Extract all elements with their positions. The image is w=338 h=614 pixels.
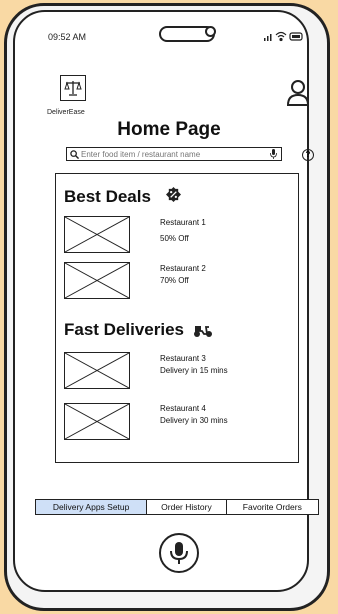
tab-delivery-apps-setup[interactable]: Delivery Apps Setup — [36, 500, 148, 514]
section-title-fast-deliveries: Fast Deliveries — [64, 320, 185, 339]
voice-button[interactable] — [159, 533, 199, 573]
restaurant-image[interactable] — [64, 262, 130, 299]
restaurant-name: Restaurant 1 — [160, 218, 206, 227]
restaurant-detail: 50% Off — [160, 234, 189, 243]
help-icon[interactable]: ? — [302, 149, 314, 161]
restaurant-image[interactable] — [64, 403, 130, 440]
search-input[interactable] — [81, 149, 261, 159]
logo-label: DeliverEase — [47, 109, 85, 116]
restaurant-image[interactable] — [64, 352, 130, 389]
bottom-tabs: Delivery Apps Setup Order History Favori… — [35, 499, 319, 515]
app-logo[interactable] — [60, 75, 86, 101]
battery-icon — [289, 32, 303, 41]
mic-icon[interactable] — [270, 149, 277, 159]
mic-icon — [170, 542, 188, 564]
restaurant-detail: 70% Off — [160, 276, 189, 285]
discount-badge-icon — [166, 187, 181, 202]
signal-icon — [264, 34, 272, 41]
section-title-best-deals: Best Deals — [64, 187, 151, 206]
tab-order-history[interactable]: Order History — [147, 500, 227, 514]
search-bar[interactable] — [66, 147, 282, 161]
tab-favorite-orders[interactable]: Favorite Orders — [227, 500, 318, 514]
scooter-icon — [194, 326, 212, 337]
restaurant-name: Restaurant 3 — [160, 354, 206, 363]
wifi-icon — [275, 31, 287, 42]
scale-logo-icon — [64, 81, 82, 96]
search-icon — [70, 149, 79, 159]
status-time: 09:52 AM — [48, 32, 87, 42]
restaurant-info[interactable]: Restaurant 3 Delivery in 15 mins — [160, 353, 228, 377]
restaurant-image[interactable] — [64, 216, 130, 253]
restaurant-detail: Delivery in 30 mins — [160, 416, 228, 425]
restaurant-detail: Delivery in 15 mins — [160, 366, 228, 375]
camera-icon — [205, 26, 216, 37]
status-icons — [264, 31, 303, 42]
profile-icon[interactable] — [286, 80, 310, 106]
restaurant-name: Restaurant 4 — [160, 404, 206, 413]
restaurant-name: Restaurant 2 — [160, 264, 206, 273]
restaurant-info[interactable]: Restaurant 4 Delivery in 30 mins — [160, 403, 228, 427]
restaurant-info[interactable]: Restaurant 1 50% Off — [160, 217, 206, 245]
page-title: Home Page — [117, 119, 221, 140]
restaurant-info[interactable]: Restaurant 2 70% Off — [160, 263, 206, 287]
